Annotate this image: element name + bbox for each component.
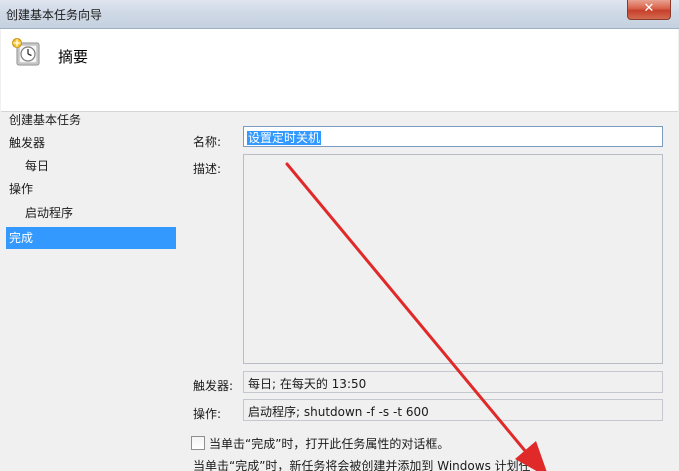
close-button[interactable]: ✕	[627, 0, 671, 20]
nav-item-action[interactable]: 操作	[9, 178, 177, 200]
action-label: 操作:	[193, 407, 222, 421]
title-bar[interactable]: 创建基本任务向导 ✕	[0, 0, 679, 29]
description-field[interactable]	[243, 154, 663, 364]
nav-item-label: 触发器	[9, 136, 46, 150]
nav-item-daily[interactable]: 每日	[25, 155, 177, 177]
nav-item-trigger[interactable]: 触发器	[9, 132, 177, 154]
trigger-summary-field: 每日; 在每天的 13:50	[243, 371, 663, 393]
task-name-input[interactable]: 设置定时关机	[243, 126, 663, 147]
create-basic-task-wizard: 创建基本任务向导 ✕ 摘要 创建基本任务 触发器 每日 操作 启动程序 完成 名…	[0, 0, 679, 471]
action-summary-field: 启动程序; shutdown -f -s -t 600	[243, 399, 663, 421]
trigger-label: 触发器:	[193, 379, 234, 393]
wizard-header: 摘要	[1, 29, 678, 112]
finish-note: 当单击“完成”时，新任务将会被创建并添加到 Windows 计划任	[193, 459, 531, 471]
nav-item-label: 每日	[25, 159, 50, 173]
nav-item-create-basic-task[interactable]: 创建基本任务	[9, 109, 177, 131]
nav-item-finish[interactable]: 完成	[6, 227, 176, 249]
wizard-steps-nav: 创建基本任务 触发器 每日 操作 启动程序 完成	[0, 112, 178, 471]
page-heading: 摘要	[58, 48, 89, 66]
description-label: 描述:	[193, 162, 222, 176]
action-summary-value: 启动程序; shutdown -f -s -t 600	[248, 405, 429, 419]
nav-item-start-program[interactable]: 启动程序	[25, 202, 177, 224]
task-clock-icon	[11, 37, 41, 67]
nav-item-label: 完成	[9, 231, 34, 245]
name-label: 名称:	[193, 135, 222, 149]
nav-item-label: 启动程序	[25, 206, 74, 220]
open-properties-label[interactable]: 当单击“完成”时，打开此任务属性的对话框。	[209, 435, 449, 452]
nav-item-label: 操作	[9, 182, 34, 196]
trigger-summary-value: 每日; 在每天的 13:50	[248, 377, 367, 391]
nav-item-label: 创建基本任务	[9, 113, 82, 127]
window-title: 创建基本任务向导	[6, 8, 103, 22]
task-name-value: 设置定时关机	[247, 131, 322, 145]
open-properties-checkbox[interactable]	[191, 436, 205, 450]
